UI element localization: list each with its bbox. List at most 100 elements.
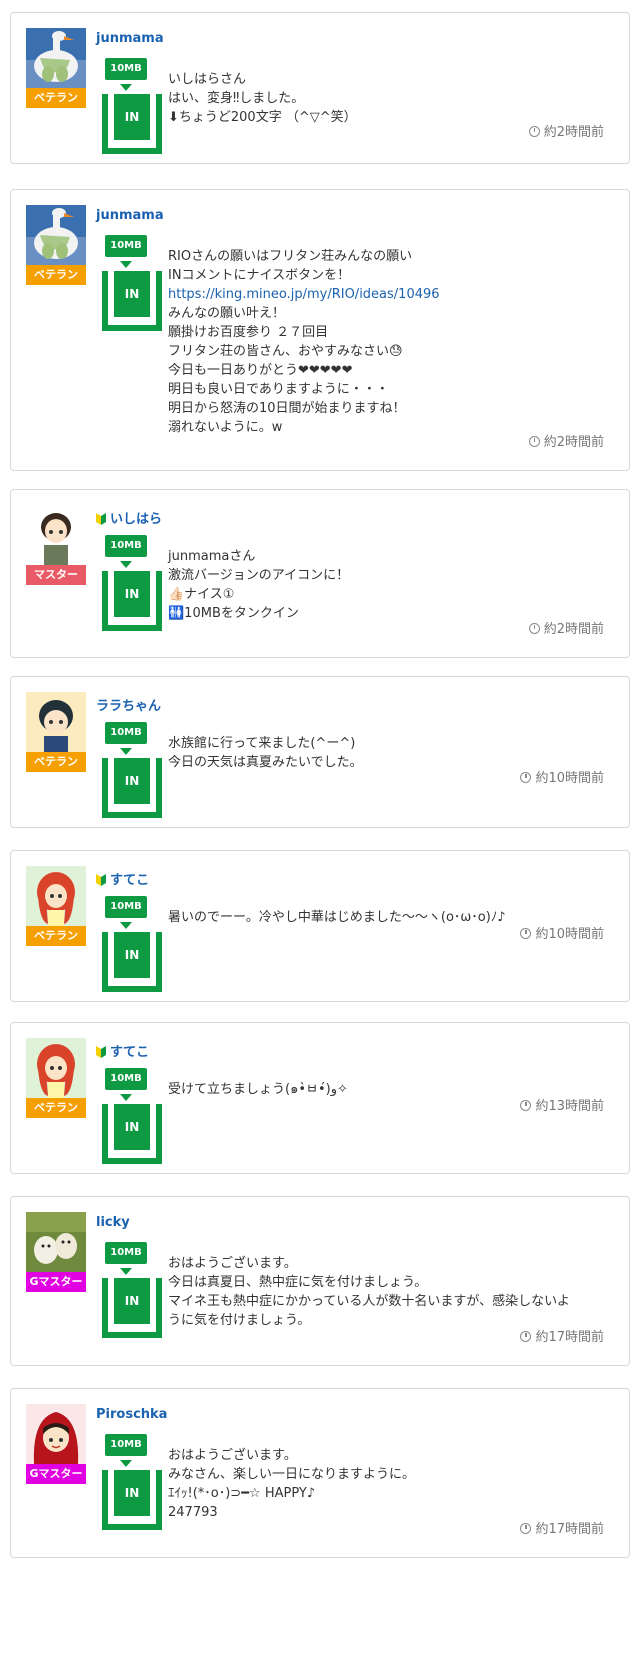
- rank-badge: ベテラン: [26, 265, 86, 285]
- username-link[interactable]: すてこ: [96, 1041, 149, 1060]
- clock-icon: [520, 1100, 532, 1111]
- comment-card: ベテラン すてこ 10MB IN 受けて立ちましょう(๑•̀ㅂ•́)و✧ 約13…: [10, 1022, 630, 1174]
- username-link[interactable]: junmama: [96, 208, 164, 223]
- comment-card: ベテラン すてこ 10MB IN 暑いのでーー。冷やし中華はじめました〜〜ヽ(o…: [10, 850, 630, 1002]
- username-text: すてこ: [110, 873, 150, 888]
- timestamp: 約2時間前: [528, 431, 604, 450]
- tank-in-indicator: 10MB IN: [96, 1068, 162, 1164]
- timestamp-text: 約13時間前: [535, 1099, 604, 1114]
- tank-icon: IN: [102, 571, 162, 631]
- rank-badge: ベテラン: [26, 1098, 86, 1118]
- idea-link[interactable]: https://king.mineo.jp/my/RIO/ideas/10496: [168, 285, 598, 304]
- user-avatar-anime-boy[interactable]: [26, 505, 86, 565]
- tank-icon: IN: [102, 758, 162, 818]
- tank-icon: IN: [102, 1278, 162, 1338]
- user-avatar-dogs-photo[interactable]: [26, 1212, 86, 1272]
- username-link[interactable]: junmama: [96, 31, 164, 46]
- clock-icon: [520, 1523, 532, 1534]
- comment-body: いしはらさん はい、変身‼しました。 ⬇ちょうど200文字 （^▽^笑）: [168, 70, 598, 127]
- comment-card: マスター いしはら 10MB IN junmamaさん 激流バージョンのアイコン…: [10, 489, 630, 658]
- rank-badge: Gマスター: [26, 1464, 86, 1484]
- username-text: すてこ: [110, 1045, 150, 1060]
- comment-line: マイネ王も熱中症にかかっている人が数十名いますが、感染しないよ: [168, 1294, 570, 1309]
- comment-line: ｴｲｯ!(*･o･)⊃━☆ HAPPY♪: [168, 1486, 316, 1501]
- comment-body: RIOさんの願いはフリタン荘みんなの願い INコメントにナイスボタンを！ htt…: [168, 247, 598, 437]
- user-avatar-red-hood[interactable]: [26, 1404, 86, 1464]
- clock-icon: [528, 623, 540, 634]
- comment-line: はい、変身‼しました。: [168, 91, 305, 106]
- tank-in-indicator: 10MB IN: [96, 896, 162, 992]
- comment-card: Gマスター licky 10MB IN おはようございます。 今日は真夏日、熱中…: [10, 1196, 630, 1366]
- down-arrow-icon: [120, 748, 132, 755]
- tank-icon: IN: [102, 932, 162, 992]
- tank-in-label: IN: [114, 271, 150, 317]
- timestamp-text: 約10時間前: [535, 927, 604, 942]
- mb-amount-label: 10MB: [105, 722, 147, 744]
- timestamp: 約10時間前: [520, 923, 604, 942]
- clock-icon: [520, 1331, 532, 1342]
- down-arrow-icon: [120, 84, 132, 91]
- user-avatar-anime-girl[interactable]: [26, 866, 86, 926]
- tank-in-label: IN: [114, 1470, 150, 1516]
- tank-in-indicator: 10MB IN: [96, 722, 162, 818]
- user-avatar-anime-boy[interactable]: [26, 692, 86, 752]
- down-arrow-icon: [120, 561, 132, 568]
- comment-line: 今日は真夏日、熱中症に気を付けましょう。: [168, 1275, 428, 1290]
- timestamp-text: 約17時間前: [535, 1330, 604, 1345]
- comment-line: junmamaさん: [168, 549, 256, 564]
- timestamp: 約10時間前: [520, 767, 604, 786]
- user-avatar-swan[interactable]: [26, 28, 86, 88]
- clock-icon: [528, 436, 540, 447]
- rank-badge: マスター: [26, 565, 86, 585]
- down-arrow-icon: [120, 922, 132, 929]
- rank-badge: ベテラン: [26, 88, 86, 108]
- tank-icon: IN: [102, 271, 162, 331]
- clock-icon: [528, 126, 540, 137]
- clock-icon: [520, 772, 532, 783]
- comment-body: おはようございます。 今日は真夏日、熱中症に気を付けましょう。 マイネ王も熱中症…: [168, 1254, 598, 1330]
- mb-amount-label: 10MB: [105, 1242, 147, 1264]
- username-link[interactable]: Piroschka: [96, 1407, 167, 1422]
- user-avatar-anime-girl[interactable]: [26, 1038, 86, 1098]
- comment-line: みんなの願い叶え！: [168, 306, 286, 321]
- timestamp: 約17時間前: [520, 1326, 604, 1345]
- rank-badge: ベテラン: [26, 926, 86, 946]
- tank-in-label: IN: [114, 94, 150, 140]
- comment-card: ベテラン junmama 10MB IN いしはらさん はい、変身‼しました。 …: [10, 12, 630, 164]
- username-link[interactable]: すてこ: [96, 869, 149, 888]
- comment-card: ベテラン junmama 10MB IN RIOさんの願いはフリタン荘みんなの願…: [10, 189, 630, 471]
- mb-amount-label: 10MB: [105, 235, 147, 257]
- comment-line: 明日から怒涛の10日間が始まりますね！: [168, 401, 406, 416]
- comment-line: 今日も一日ありがとう❤❤❤❤❤: [168, 363, 353, 378]
- username-link[interactable]: ララちゃん: [96, 695, 161, 714]
- comment-line: みなさん、楽しい一日になりますように。: [168, 1467, 416, 1482]
- rank-badge: ベテラン: [26, 752, 86, 772]
- beginner-mark-icon: [96, 1046, 106, 1058]
- tank-in-indicator: 10MB IN: [96, 1242, 162, 1338]
- comment-line: おはようございます。: [168, 1256, 297, 1271]
- beginner-mark-icon: [96, 874, 106, 886]
- timestamp-text: 約2時間前: [543, 622, 604, 637]
- tank-in-label: IN: [114, 1278, 150, 1324]
- comment-body: おはようございます。 みなさん、楽しい一日になりますように。 ｴｲｯ!(*･o･…: [168, 1446, 598, 1522]
- down-arrow-icon: [120, 261, 132, 268]
- timestamp: 約13時間前: [520, 1095, 604, 1114]
- comment-line: 👍🏻ナイス①: [168, 587, 235, 602]
- mb-amount-label: 10MB: [105, 1068, 147, 1090]
- down-arrow-icon: [120, 1460, 132, 1467]
- rank-badge: Gマスター: [26, 1272, 86, 1292]
- tank-in-label: IN: [114, 758, 150, 804]
- timestamp-text: 約2時間前: [543, 125, 604, 140]
- user-avatar-swan[interactable]: [26, 205, 86, 265]
- tank-in-label: IN: [114, 932, 150, 978]
- timestamp: 約2時間前: [528, 618, 604, 637]
- comment-line: 激流バージョンのアイコンに！: [168, 568, 350, 583]
- username-link[interactable]: いしはら: [96, 508, 162, 527]
- comment-body: junmamaさん 激流バージョンのアイコンに！ 👍🏻ナイス① 🚻10MBをタン…: [168, 547, 598, 623]
- tank-in-label: IN: [114, 571, 150, 617]
- mb-amount-label: 10MB: [105, 58, 147, 80]
- tank-in-indicator: 10MB IN: [96, 235, 162, 331]
- timestamp: 約17時間前: [520, 1518, 604, 1537]
- timestamp-text: 約10時間前: [535, 771, 604, 786]
- username-link[interactable]: licky: [96, 1215, 130, 1230]
